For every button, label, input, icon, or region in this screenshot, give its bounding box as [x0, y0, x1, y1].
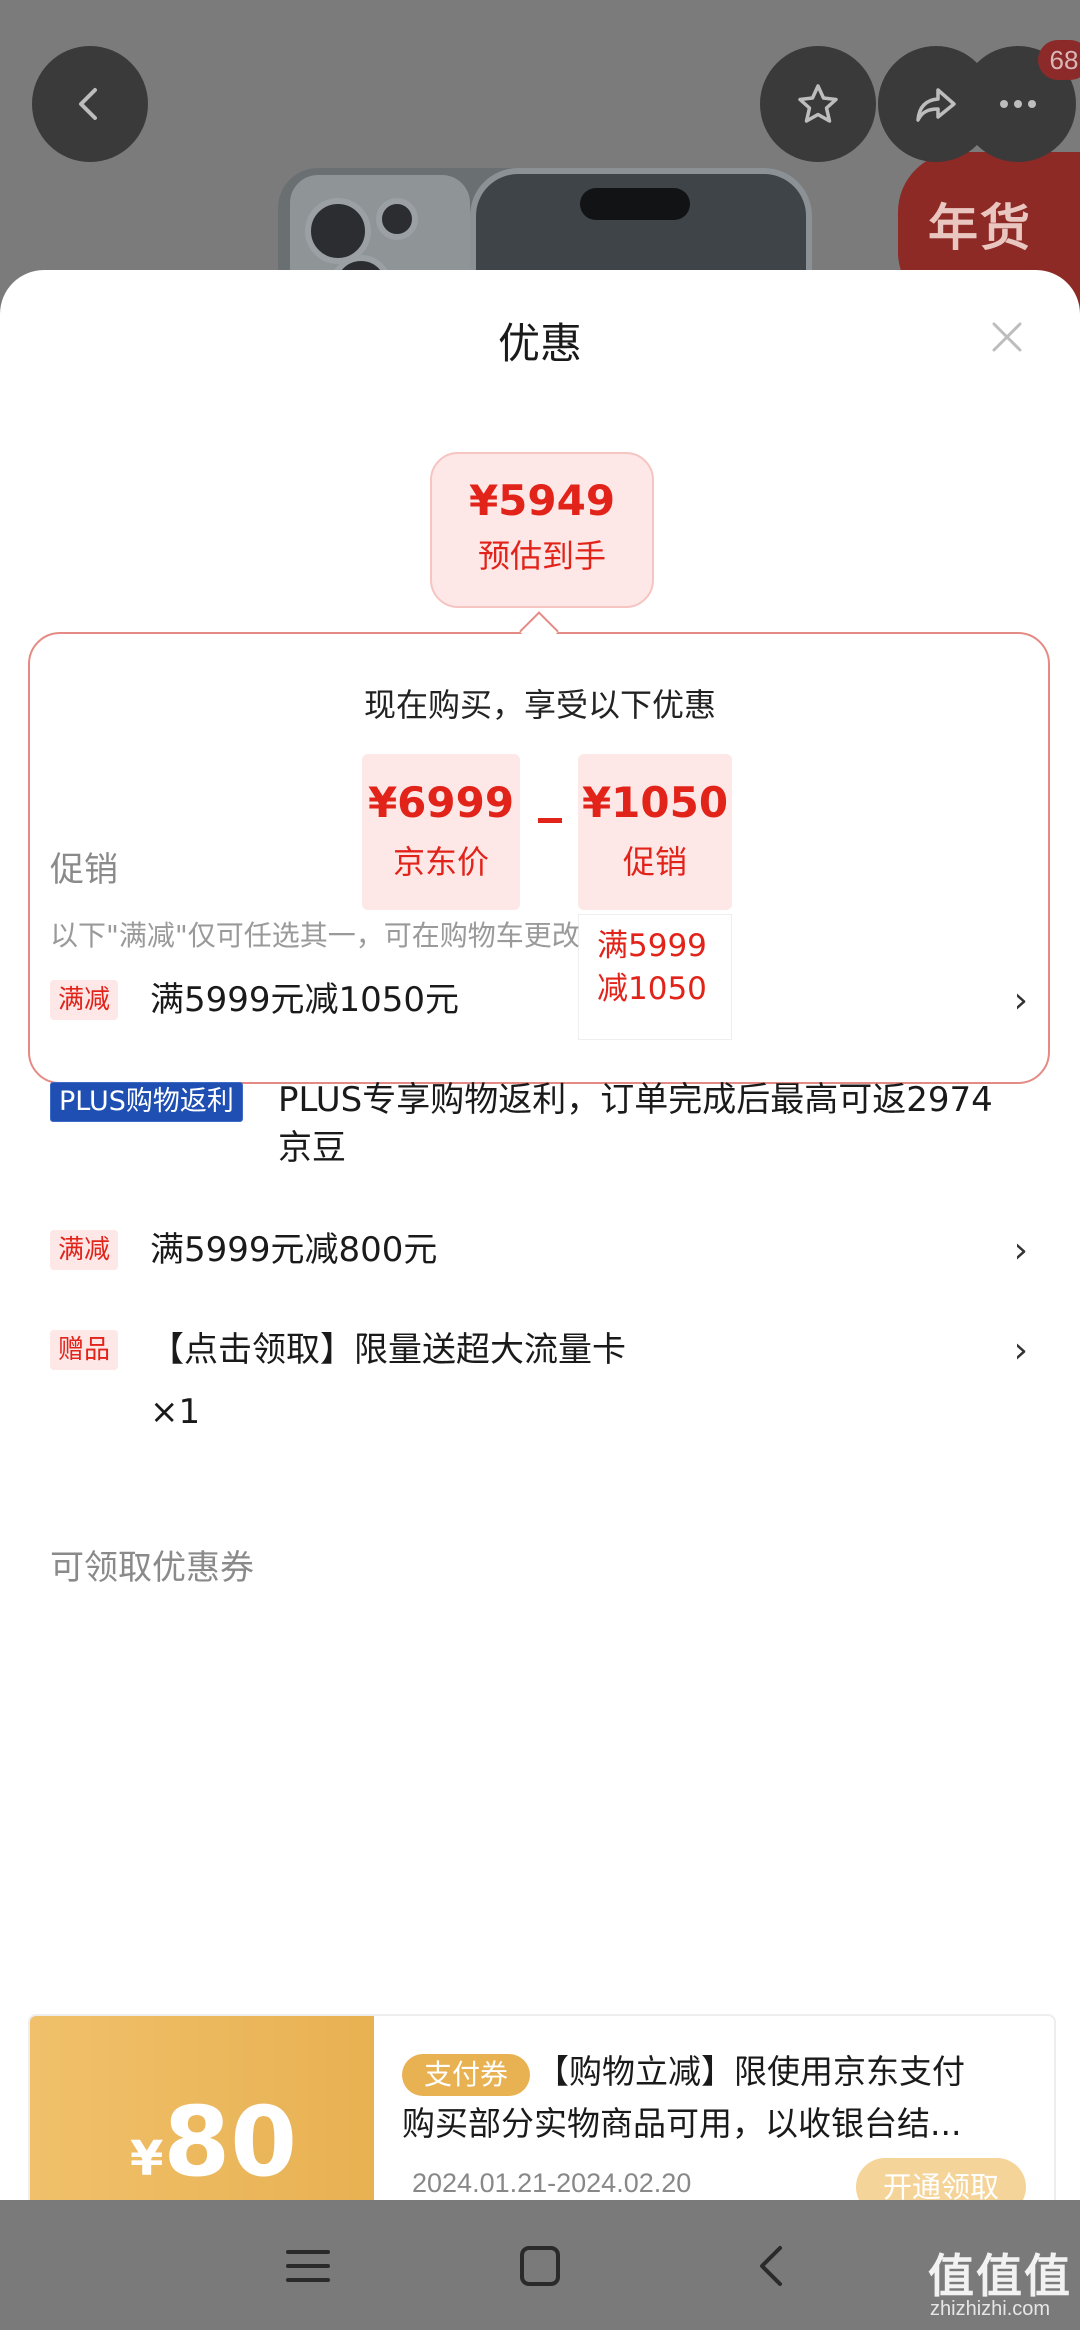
coupon-description: 【购物立减】限使用京东支付 购买部分实物商品可用，以收银台结... — [402, 2046, 1022, 2150]
back-nav-icon[interactable] — [742, 2238, 802, 2294]
discount-sheet: 优惠 ¥5949 预估到手 现在购买，享受以下优惠 ¥6999 京东价 ¥105… — [0, 270, 1080, 2200]
promo-discount-card: ¥1050 促销 — [578, 754, 732, 910]
coupon-currency: ¥ — [130, 2131, 164, 2187]
coupon-amount: ¥80 — [130, 2086, 297, 2198]
home-icon[interactable] — [510, 2238, 570, 2294]
promo-text: 满5999元减1050元 — [150, 980, 460, 1020]
back-button[interactable] — [32, 46, 148, 162]
promotions-title: 促销 — [50, 850, 118, 890]
plus-rebate-tag: PLUS购物返利 — [50, 1082, 243, 1122]
favorite-button[interactable] — [760, 46, 876, 162]
jd-price-card: ¥6999 京东价 — [362, 754, 520, 910]
minus-sign — [538, 818, 562, 823]
system-navigation-bar — [0, 2200, 1080, 2330]
promo-text: 【点击领取】限量送超大流量卡 — [150, 1330, 626, 1370]
notification-badge: 68 — [1038, 40, 1080, 80]
promotions-subtitle: 以下"满减"仅可任选其一，可在购物车更改 — [50, 919, 580, 952]
promo-tag: 满减 — [50, 980, 119, 1020]
star-icon — [798, 84, 838, 123]
recent-apps-icon[interactable] — [278, 2238, 338, 2294]
coupon-validity: 2024.01.21-2024.02.20 — [412, 2168, 692, 2198]
promo-tag: 满减 — [50, 1230, 119, 1270]
gift-quantity: ×1 — [150, 1392, 201, 1432]
share-icon — [916, 88, 956, 122]
jd-price-value: ¥6999 — [367, 778, 515, 827]
coupon-line2: 购买部分实物商品可用，以收银台结... — [402, 2104, 962, 2143]
promo-rule-line: 减1050 — [597, 971, 707, 1007]
promo-text: PLUS专享购物返利，订单完成后最高可返2974 — [278, 1080, 993, 1120]
sheet-title: 优惠 — [497, 319, 582, 368]
back-arrow-icon — [79, 88, 97, 120]
promo-rule-card: 满5999 减1050 — [578, 914, 732, 1040]
chevron-right-icon: › — [1013, 980, 1028, 1021]
more-dots-icon — [1000, 100, 1036, 108]
coupons-title: 可领取优惠券 — [50, 1548, 254, 1588]
coupon-card[interactable]: ¥80 支付券 【购物立减】限使用京东支付 购买部分实物商品可用，以收银台结..… — [28, 2014, 1056, 2228]
coupon-line1: 【购物立减】限使用京东支付 — [536, 2052, 965, 2091]
gift-tag: 赠品 — [50, 1330, 119, 1370]
chevron-right-icon: › — [1013, 1330, 1028, 1371]
promo-text: 京豆 — [278, 1128, 346, 1168]
promo-discount-value: ¥1050 — [581, 778, 729, 827]
close-icon[interactable] — [982, 312, 1032, 362]
estimated-price: ¥5949 — [468, 476, 616, 525]
chevron-right-icon: › — [1013, 1230, 1028, 1271]
coupon-amount-panel: ¥80 — [30, 2016, 374, 2226]
promo-discount-label: 促销 — [622, 843, 687, 881]
jd-price-label: 京东价 — [392, 843, 489, 881]
watermark-logo: 值值值 — [928, 2249, 1072, 2303]
product-image-island — [580, 188, 690, 220]
promo-rule-line: 满5999 — [597, 928, 707, 964]
coupon-value: 80 — [163, 2086, 297, 2198]
estimated-price-label: 预估到手 — [477, 537, 606, 575]
promo-text: 满5999元减800元 — [150, 1230, 438, 1270]
breakdown-heading: 现在购买，享受以下优惠 — [363, 686, 716, 724]
more-button[interactable]: 68 — [960, 40, 1080, 162]
camera-lens-icon — [376, 198, 418, 240]
watermark-url: zhizhizhi.com — [930, 2298, 1051, 2320]
estimated-price-box: ¥5949 预估到手 — [430, 452, 654, 608]
